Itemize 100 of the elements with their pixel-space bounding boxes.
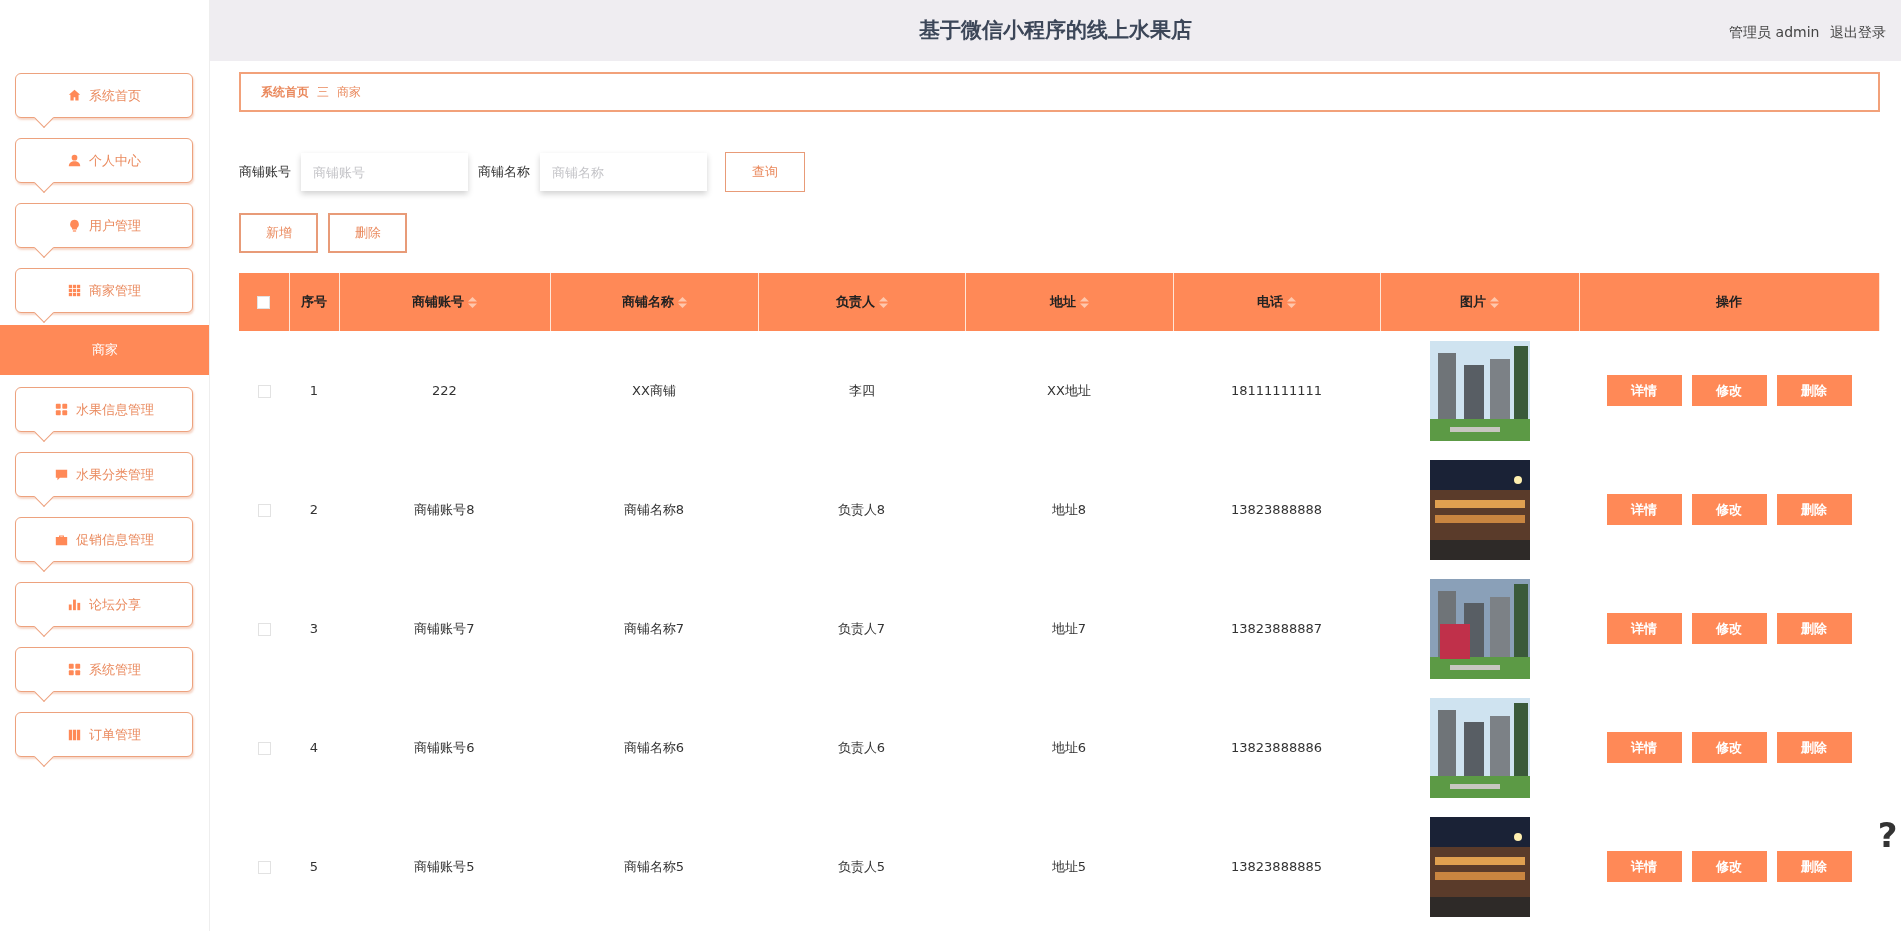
table-cell: 13823888888 (1231, 501, 1322, 517)
search-field[interactable]: 商铺名称 (540, 153, 707, 191)
sort-icon[interactable] (468, 297, 477, 309)
table-cell: 商铺名称6 (623, 739, 685, 755)
sidebar-menu-item[interactable]: 商家管理 (15, 268, 193, 313)
edit-button[interactable]: 修改 (1691, 494, 1767, 525)
table-cell: 222 (432, 382, 457, 398)
table-cell: 商铺账号7 (414, 620, 475, 636)
table-cell: 负责人5 (837, 858, 886, 874)
table-cell: 4 (309, 739, 319, 755)
table-cell: 1 (309, 382, 319, 398)
user-icon (67, 154, 81, 167)
help-mark: ? (1877, 814, 1898, 857)
logout-link[interactable]: 退出登录 (1829, 22, 1886, 43)
add-button[interactable]: 新增 (239, 213, 318, 253)
table-cell: 商铺账号8 (414, 501, 475, 517)
search-field[interactable]: 商铺账号 (301, 153, 468, 191)
table-cell: 李四 (848, 382, 875, 398)
delete-button[interactable]: 删除 (1776, 851, 1852, 882)
detail-button[interactable]: 详情 (1606, 494, 1682, 525)
user-label: 管理员 admin (1729, 23, 1820, 42)
select-all-checkbox[interactable] (257, 296, 271, 310)
search-label: 商铺账号 (239, 163, 291, 182)
column-header[interactable]: 负责人 (835, 294, 888, 310)
table-cell: XX商铺 (632, 382, 676, 398)
edit-button[interactable]: 修改 (1691, 375, 1767, 406)
table-cell: 13823888885 (1231, 858, 1322, 874)
search-label: 商铺名称 (478, 163, 530, 182)
table-cell: 18111111111 (1231, 382, 1322, 398)
table-cell: 5 (309, 858, 319, 874)
table-cell: 地址8 (1051, 501, 1087, 517)
table-cell: 商铺账号5 (414, 858, 475, 874)
table-cell: 地址7 (1051, 620, 1087, 636)
detail-button[interactable]: 详情 (1606, 732, 1682, 763)
bar-chart-icon (67, 598, 81, 611)
bulb-icon (67, 219, 81, 232)
tiles-icon (54, 403, 68, 416)
breadcrumb-current: 商家 (337, 84, 361, 101)
delete-button[interactable]: 删除 (1776, 732, 1852, 763)
sidebar-menu-item[interactable]: 用户管理 (15, 203, 193, 248)
sidebar-menu-item[interactable]: 系统首页 (15, 73, 193, 118)
detail-button[interactable]: 详情 (1606, 851, 1682, 882)
search-button[interactable]: 查询 (725, 152, 805, 192)
table-cell: 商铺名称8 (623, 501, 685, 517)
detail-button[interactable]: 详情 (1606, 613, 1682, 644)
sort-icon[interactable] (677, 297, 687, 309)
detail-button[interactable]: 详情 (1606, 375, 1682, 406)
chat-icon (54, 468, 68, 481)
table-cell: 3 (309, 620, 319, 636)
table-cell: 地址5 (1051, 858, 1087, 874)
table-cell: 商铺账号6 (414, 739, 475, 755)
column-header[interactable]: 商铺账号 (412, 294, 477, 310)
sort-icon[interactable] (1490, 297, 1499, 309)
sort-icon[interactable] (878, 297, 888, 309)
row-checkbox[interactable] (257, 384, 271, 398)
tiles-icon (67, 663, 81, 676)
sidebar-menu-item[interactable]: 系统管理 (15, 647, 193, 692)
sidebar-menu-item[interactable]: 促销信息管理 (15, 517, 193, 562)
table-cell: 商铺名称7 (623, 620, 685, 636)
sidebar-subitem[interactable]: 商家 (0, 325, 209, 375)
delete-button[interactable]: 删除 (1776, 613, 1852, 644)
table-cell: 2 (309, 501, 319, 517)
edit-button[interactable]: 修改 (1691, 732, 1767, 763)
grid-icon (67, 284, 81, 297)
sort-icon[interactable] (1287, 297, 1296, 309)
row-checkbox[interactable] (257, 622, 271, 636)
delete-button[interactable]: 删除 (1776, 375, 1852, 406)
table-cell: 负责人6 (837, 739, 886, 755)
briefcase-icon (54, 533, 68, 546)
column-header[interactable]: 商铺名称 (621, 294, 687, 310)
table-cell: 13823888886 (1231, 739, 1322, 755)
column-header[interactable]: 地址 (1049, 294, 1089, 310)
column-header[interactable]: 图片 (1460, 294, 1499, 310)
column-header[interactable]: 电话 (1257, 294, 1296, 310)
sidebar-menu-item[interactable]: 水果分类管理 (15, 452, 193, 497)
table-cell: XX地址 (1047, 382, 1091, 398)
table-cell: 负责人7 (837, 620, 886, 636)
sidebar-menu-item[interactable]: 论坛分享 (15, 582, 193, 627)
breadcrumb-separator: 三 (317, 84, 329, 101)
books-icon (67, 728, 81, 741)
edit-button[interactable]: 修改 (1691, 851, 1767, 882)
column-header[interactable]: 操作 (1716, 294, 1742, 310)
column-header[interactable]: 序号 (301, 294, 327, 310)
row-checkbox[interactable] (257, 741, 271, 755)
table-cell: 负责人8 (837, 501, 886, 517)
edit-button[interactable]: 修改 (1691, 613, 1767, 644)
sidebar-menu-item[interactable]: 水果信息管理 (15, 387, 193, 432)
table-cell: 地址6 (1051, 739, 1087, 755)
row-checkbox[interactable] (257, 503, 271, 517)
table-cell: 商铺名称5 (623, 858, 685, 874)
app-title: 基于微信小程序的线上水果店 (919, 16, 1193, 44)
sort-icon[interactable] (1079, 297, 1089, 309)
breadcrumb-home-link[interactable]: 系统首页 (261, 83, 309, 101)
delete-button[interactable]: 删除 (328, 213, 407, 253)
sidebar-menu-item[interactable]: 个人中心 (15, 138, 193, 183)
home-icon (67, 89, 81, 102)
sidebar-menu-item[interactable]: 订单管理 (15, 712, 193, 757)
table-cell: 13823888887 (1231, 620, 1322, 636)
delete-button[interactable]: 删除 (1776, 494, 1852, 525)
row-checkbox[interactable] (257, 860, 271, 874)
